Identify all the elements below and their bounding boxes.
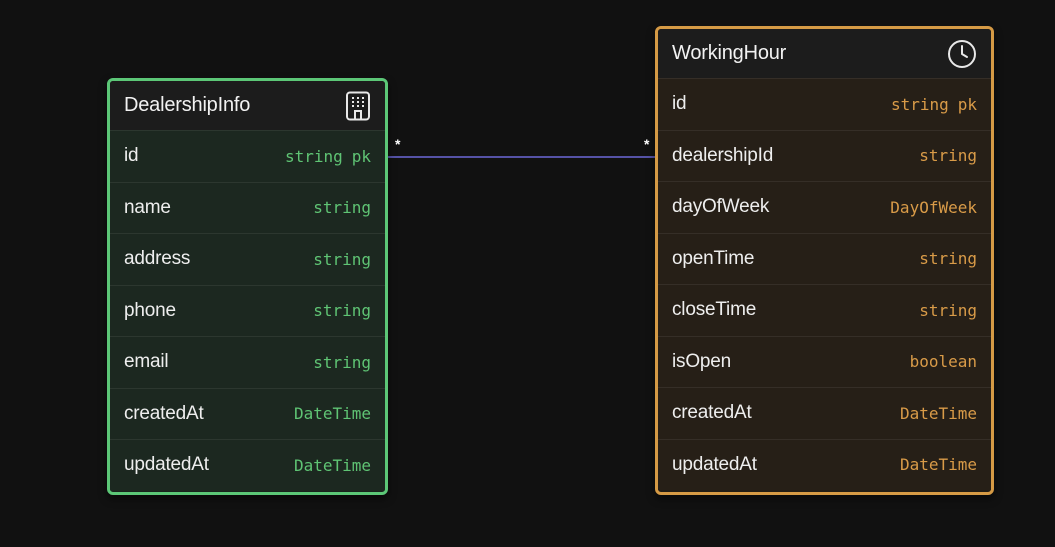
table-row[interactable]: email string [110, 336, 385, 388]
field-name: address [124, 248, 191, 270]
field-type: string [313, 301, 371, 321]
table-title: WorkingHour [672, 42, 787, 64]
table-row[interactable]: updatedAt DateTime [658, 438, 991, 490]
field-type: DateTime [293, 455, 371, 475]
field-type: DateTime [899, 455, 977, 475]
field-name: phone [124, 299, 176, 321]
field-name: id [672, 93, 687, 115]
table-row[interactable]: dealershipId string [658, 129, 991, 181]
field-type: string [313, 352, 371, 372]
field-type: DateTime [899, 403, 977, 423]
table-row[interactable]: name string [110, 181, 385, 233]
table-row[interactable]: createdAt DateTime [110, 387, 385, 439]
table-row[interactable]: phone string [110, 284, 385, 336]
table-title: DealershipInfo [124, 94, 251, 116]
field-type: string [919, 249, 977, 269]
field-name: dayOfWeek [672, 196, 770, 218]
field-name: updatedAt [124, 454, 209, 476]
building-icon [346, 91, 370, 120]
field-type: DayOfWeek [890, 197, 977, 217]
field-name: email [124, 351, 169, 373]
field-name: updatedAt [672, 453, 757, 475]
field-type-group: string pk [285, 147, 371, 166]
workinghour-table-header[interactable]: WorkingHour [658, 29, 991, 78]
primary-key-badge: pk [957, 94, 977, 114]
field-type: DateTime [293, 404, 371, 424]
field-name: isOpen [672, 350, 732, 372]
field-type-group: string pk [891, 95, 977, 114]
dealershipinfo-fields: id string pk name string address string p… [110, 130, 385, 491]
field-name: id [124, 145, 139, 167]
dealershipinfo-table-header[interactable]: DealershipInfo [110, 81, 385, 130]
dealershipinfo-table[interactable]: DealershipInfo id string pk name string a… [107, 78, 388, 495]
table-row[interactable]: createdAt DateTime [658, 387, 991, 439]
table-row[interactable]: id string pk [110, 130, 385, 182]
field-name: closeTime [672, 299, 757, 321]
table-row[interactable]: address string [110, 233, 385, 285]
table-row[interactable]: id string pk [658, 78, 991, 130]
workinghour-table[interactable]: WorkingHour id string pk dealershipId str… [655, 26, 994, 495]
field-type: string [313, 198, 371, 218]
field-name: openTime [672, 247, 755, 269]
field-type: string [313, 249, 371, 269]
field-type: boolean [909, 352, 977, 372]
primary-key-badge: pk [351, 146, 371, 166]
field-name: createdAt [672, 402, 752, 424]
field-type: string [284, 146, 343, 166]
table-row[interactable]: dayOfWeek DayOfWeek [658, 181, 991, 233]
relation-cardinality-left: * [395, 136, 401, 152]
field-type: string [890, 94, 949, 114]
table-row[interactable]: isOpen boolean [658, 335, 991, 387]
table-row[interactable]: updatedAt DateTime [110, 439, 385, 491]
field-name: name [124, 196, 171, 218]
clock-icon [948, 39, 976, 68]
table-row[interactable]: openTime string [658, 232, 991, 284]
workinghour-fields: id string pk dealershipId string dayOfWee… [658, 78, 991, 490]
table-row[interactable]: closeTime string [658, 284, 991, 336]
field-name: createdAt [124, 402, 204, 424]
field-type: string [919, 300, 977, 320]
field-name: dealershipId [672, 144, 774, 166]
field-type: string [919, 146, 977, 166]
relation-cardinality-right: * [644, 136, 650, 152]
